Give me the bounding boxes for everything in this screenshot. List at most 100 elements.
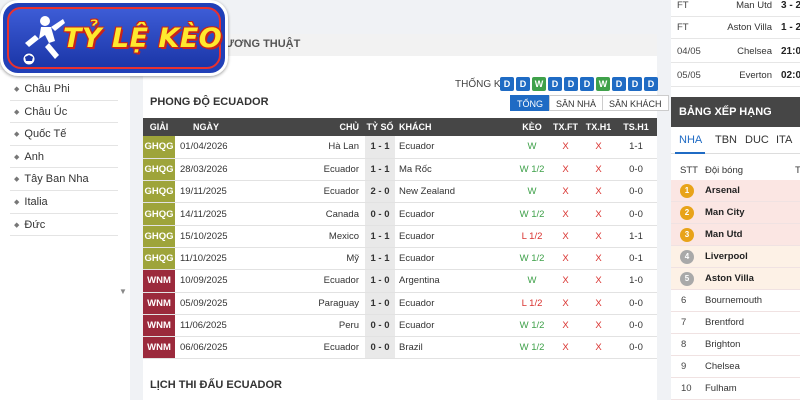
tshi-cell: 0-0 [615,336,657,360]
ranking-column-headers: STT Đội bóng T [671,160,800,180]
rank-medal-icon: 2 [680,206,694,220]
bullet-icon: ◆ [14,221,20,229]
ranking-row[interactable]: 5 Aston Villa [671,268,800,290]
ranking-row[interactable]: 7 Brentford [671,312,800,334]
away-team-cell: Ecuador [395,247,515,271]
stat-box: D [500,77,514,91]
score-cell: 1 - 0 [365,292,395,315]
tshi-cell: 0-0 [615,292,657,315]
sidebar-item-chau-phi[interactable]: ◆ Châu Phi [10,78,118,101]
site-logo[interactable]: TỶ LỆ KÈO [0,0,228,76]
score-cell: 1 - 1 [365,225,395,248]
ranking-row[interactable]: 6 Bournemouth [671,290,800,312]
bullet-icon: ◆ [14,108,20,116]
table-row[interactable]: WNM 11/06/2025 Peru 0 - 0 Ecuador W 1/2 X X 0-0 [143,314,657,338]
tab-tbn[interactable]: TBN [715,134,737,146]
table-row[interactable]: WNM 10/09/2025 Ecuador 1 - 0 Argentina W X X 1-0 [143,269,657,293]
keo-cell: W 1/2 [515,202,549,226]
tab-san-nha[interactable]: SÂN NHÀ [549,95,604,111]
sidebar-item-tay-ban-nha[interactable]: ◆ Tây Ban Nha [10,168,118,191]
sidebar-item-italia[interactable]: ◆ Italia [10,191,118,214]
table-row[interactable]: GHQG 11/10/2025 Mỹ 1 - 1 Ecuador W 1/2 X X 0-1 [143,247,657,271]
header-score: TỶ SỐ [365,118,395,136]
tab-duc[interactable]: DUC [745,134,769,146]
txft-cell: X [549,225,582,248]
sidebar-item-anh[interactable]: ◆ Anh [10,146,118,169]
tab-nha[interactable]: NHA [679,134,702,146]
table-row[interactable]: GHQG 01/04/2026 Hà Lan 1 - 1 Ecuador W X X 1-1 [143,136,657,159]
txhi-cell: X [582,158,615,182]
score-cell: 1 - 1 [365,247,395,271]
league-cell: WNM [143,292,175,315]
table-row[interactable]: GHQG 15/10/2025 Mexico 1 - 1 Ecuador L 1/2 X X 1… [143,225,657,248]
team-name: Chelsea [705,361,740,372]
tshi-cell: 1-0 [615,269,657,293]
date-cell: 01/04/2026 [175,136,237,159]
tab-ita[interactable]: ITA [776,134,792,146]
tshi-cell: 0-0 [615,202,657,226]
stat-box: D [580,77,594,91]
sidebar-item-chau-uc[interactable]: ◆ Châu Úc [10,101,118,124]
team-name: Fulham [705,383,737,394]
table-row[interactable]: GHQG 28/03/2026 Ecuador 1 - 1 Ma Rốc W 1/2 X X 0… [143,158,657,182]
tshi-cell: 0-0 [615,314,657,338]
filter-tabs: TỔNG SÂN NHÀ SÂN KHÁCH [510,95,669,111]
result-row[interactable]: FT Aston Villa 1 - 2 [671,16,800,39]
rank-medal-icon: 4 [680,250,694,264]
txft-cell: X [549,292,582,315]
result-row[interactable]: 05/05 Everton 02:0 [671,64,800,87]
scroll-down-arrow-icon[interactable]: ▼ [119,287,127,296]
txhi-cell: X [582,269,615,293]
league-cell: WNM [143,314,175,338]
result-team: Aston Villa [727,22,772,33]
home-team-cell: Mexico [237,225,365,248]
ranking-row[interactable]: 3 Man Utd [671,224,800,246]
ranking-row[interactable]: 10 Fulham [671,378,800,400]
table-row[interactable]: WNM 05/09/2025 Paraguay 1 - 0 Ecuador L 1/2 X X… [143,292,657,315]
league-list: ◆ Châu Phi ◆ Châu Úc ◆ Quốc Tế ◆ Anh ◆ Tây Ba… [10,78,118,300]
sidebar-item-duc[interactable]: ◆ Đức [10,214,118,237]
ranking-row[interactable]: 9 Chelsea [671,356,800,378]
ranking-row[interactable]: 1 Arsenal [671,180,800,202]
stat-box: D [644,77,658,91]
bullet-icon: ◆ [14,86,20,93]
schedule-title: LỊCH THI ĐẤU ECUADOR [150,379,282,391]
result-row[interactable]: 04/05 Chelsea 21:0 [671,40,800,63]
table-row[interactable]: GHQG 19/11/2025 Ecuador 2 - 0 New Zealand W X X… [143,180,657,204]
ranking-row[interactable]: 2 Man City [671,202,800,224]
away-team-cell: New Zealand [395,180,515,204]
txhi-cell: X [582,225,615,248]
team-name: Man City [705,207,745,218]
bullet-icon: ◆ [14,198,20,206]
result-score: 21:0 [781,46,800,57]
rank-number: 7 [681,317,687,328]
score-cell: 2 - 0 [365,180,395,204]
tab-san-khach[interactable]: SÂN KHÁCH [602,95,669,111]
column-team: Đội bóng [705,165,744,176]
table-row[interactable]: WNM 06/06/2025 Ecuador 0 - 0 Brazil W 1/2 X X 0-… [143,336,657,360]
away-team-cell: Brazil [395,336,515,360]
ranking-row[interactable]: 4 Liverpool [671,246,800,268]
ranking-row[interactable]: 8 Brighton [671,334,800,356]
txhi-cell: X [582,336,615,360]
logo-badge: TỶ LỆ KÈO [7,7,222,69]
team-name: Brentford [705,317,745,328]
txhi-cell: X [582,247,615,271]
home-team-cell: Hà Lan [237,136,365,159]
table-row[interactable]: GHQG 14/11/2025 Canada 0 - 0 Ecuador W 1/2 X X 0… [143,202,657,226]
league-tabs: NHA TBN DUC ITA [671,128,800,154]
header-away: KHÁCH [395,118,515,136]
result-row[interactable]: FT Man Utd 3 - 2 [671,0,800,17]
bullet-icon: ◆ [14,153,20,161]
form-table-body: GHQG 01/04/2026 Hà Lan 1 - 1 Ecuador W X X 1-1 GH… [143,136,657,360]
sidebar-item-quoc-te[interactable]: ◆ Quốc Tế [10,123,118,146]
date-cell: 19/11/2025 [175,180,237,204]
league-cell: GHQG [143,136,175,159]
date-cell: 10/09/2025 [175,269,237,293]
tab-tong[interactable]: TỔNG [510,95,550,111]
stat-box: D [564,77,578,91]
sidebar-scrollbar[interactable]: ▼ [118,78,128,300]
tshi-cell: 1-1 [615,225,657,248]
txft-cell: X [549,269,582,293]
date-cell: 28/03/2026 [175,158,237,182]
